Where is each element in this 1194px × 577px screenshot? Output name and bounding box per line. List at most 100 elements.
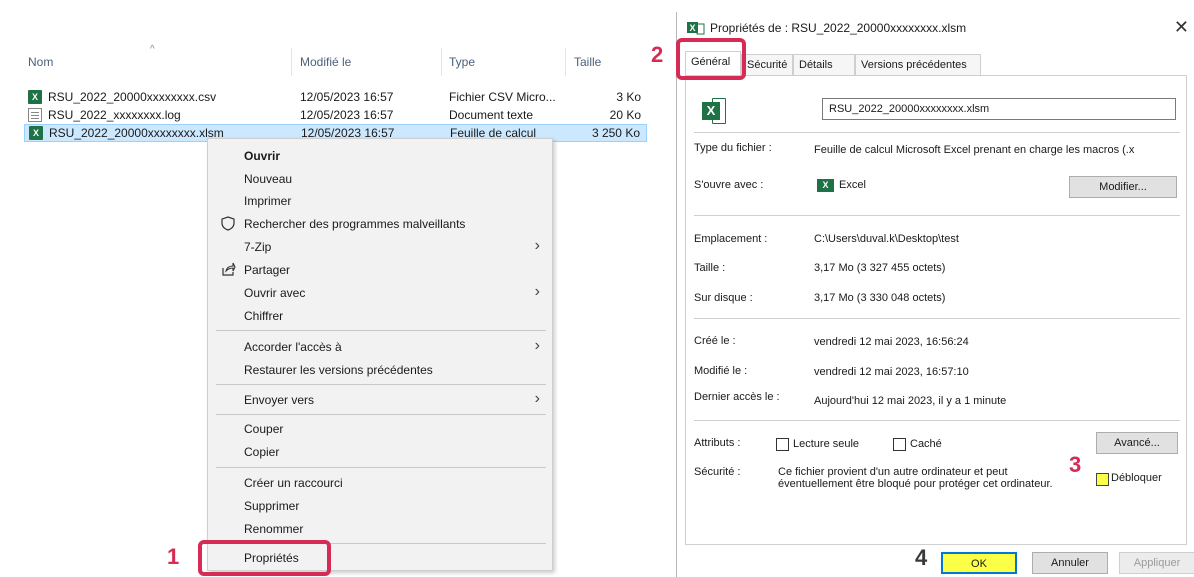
attributes-label: Attributs : [694, 437, 741, 449]
column-divider[interactable] [441, 48, 442, 76]
context-menu: Ouvrir Nouveau Imprimer Rechercher des p… [207, 138, 553, 571]
menu-label: Copier [244, 445, 280, 459]
menu-label: Renommer [244, 522, 304, 536]
shield-icon [220, 216, 236, 232]
menu-separator [216, 384, 546, 385]
close-icon[interactable]: ✕ [1174, 17, 1189, 38]
step-1-highlight [198, 540, 331, 576]
menu-label: Rechercher des programmes malveillants [244, 217, 466, 231]
excel-file-icon: X [702, 98, 726, 124]
menu-label: 7-Zip [244, 240, 272, 254]
ok-button[interactable]: OK [941, 552, 1017, 574]
column-type[interactable]: Type [449, 55, 475, 69]
menu-item-rename[interactable]: Renommer [208, 518, 552, 540]
change-app-button[interactable]: Modifier... [1069, 176, 1177, 198]
step-3-number: 3 [1069, 452, 1082, 477]
menu-item-create-shortcut[interactable]: Créer un raccourci [208, 472, 552, 494]
column-name[interactable]: Nom [28, 55, 53, 69]
menu-label: Restaurer les versions précédentes [244, 363, 433, 377]
divider [694, 318, 1180, 319]
menu-label: Partager [244, 263, 291, 277]
divider [694, 420, 1180, 421]
location-value: C:\Users\duval.k\Desktop\test [814, 233, 959, 245]
read-only-label: Lecture seule [793, 438, 860, 450]
read-only-checkbox[interactable] [776, 438, 789, 451]
file-type: Fichier CSV Micro... [449, 90, 556, 104]
menu-item-send-to[interactable]: Envoyer vers › [208, 389, 552, 411]
divider [694, 132, 1180, 133]
menu-item-copy[interactable]: Copier [208, 441, 552, 463]
menu-label: Accorder l'accès à [244, 340, 342, 354]
file-name-field[interactable]: RSU_2022_20000xxxxxxxx.xlsm [822, 98, 1176, 120]
file-name: RSU_2022_20000xxxxxxxx.xlsm [49, 126, 224, 140]
dialog-title: Propriétés de : RSU_2022_20000xxxxxxxx.x… [710, 21, 967, 35]
excel-app-icon: X [817, 179, 834, 192]
menu-item-scan[interactable]: Rechercher des programmes malveillants [208, 213, 552, 235]
unblock-label: Débloquer [1111, 472, 1162, 484]
menu-item-grant-access[interactable]: Accorder l'accès à › [208, 336, 552, 358]
file-row[interactable]: X RSU_2022_20000xxxxxxxx.csv 12/05/2023 … [24, 88, 647, 106]
menu-item-open-with[interactable]: Ouvrir avec › [208, 282, 552, 304]
column-divider[interactable] [565, 48, 566, 76]
menu-item-print[interactable]: Imprimer [208, 190, 552, 212]
apply-button[interactable]: Appliquer [1119, 552, 1194, 574]
chevron-right-icon: › [534, 283, 540, 300]
chevron-right-icon: › [534, 237, 540, 254]
menu-item-restore[interactable]: Restaurer les versions précédentes [208, 359, 552, 381]
file-size: 20 Ko [609, 108, 641, 122]
step-4-number: 4 [915, 545, 928, 570]
modified-value: vendredi 12 mai 2023, 16:57:10 [814, 366, 969, 378]
text-file-icon [28, 108, 42, 122]
tab-security[interactable]: Sécurité [741, 54, 793, 76]
menu-item-share[interactable]: Partager [208, 259, 552, 281]
step-2-number: 2 [651, 42, 664, 67]
hidden-checkbox[interactable] [893, 438, 906, 451]
file-size: 3 250 Ko [591, 126, 640, 140]
hidden-label: Caché [910, 438, 942, 450]
advanced-button[interactable]: Avancé... [1096, 432, 1178, 454]
unblock-checkbox[interactable] [1096, 473, 1109, 486]
file-modified: 12/05/2023 16:57 [300, 90, 394, 104]
tab-previous-versions[interactable]: Versions précédentes [855, 54, 981, 76]
file-type: Document texte [449, 108, 534, 122]
menu-item-7zip[interactable]: 7-Zip › [208, 236, 552, 258]
cancel-button[interactable]: Annuler [1032, 552, 1108, 574]
sort-up-icon[interactable]: ^ [150, 44, 155, 55]
tab-details[interactable]: Détails [793, 54, 855, 76]
menu-item-cut[interactable]: Couper [208, 418, 552, 440]
tab-label: Versions précédentes [861, 59, 967, 71]
menu-separator [216, 467, 546, 468]
column-divider[interactable] [291, 48, 292, 76]
divider [694, 215, 1180, 216]
security-message-line1: Ce fichier provient d'un autre ordinateu… [778, 466, 1008, 478]
file-size: 3 Ko [616, 90, 641, 104]
file-row[interactable]: RSU_2022_xxxxxxxx.log 12/05/2023 16:57 D… [24, 106, 647, 124]
menu-label: Ouvrir avec [244, 286, 306, 300]
menu-label: Chiffrer [244, 309, 284, 323]
opens-with-value: Excel [839, 179, 866, 191]
modified-label: Modifié le : [694, 365, 748, 377]
chevron-right-icon: › [534, 337, 540, 354]
menu-item-new[interactable]: Nouveau [208, 168, 552, 190]
file-modified: 12/05/2023 16:57 [300, 108, 394, 122]
size-value: 3,17 Mo (3 327 455 octets) [814, 262, 946, 274]
excel-macro-icon: X [29, 126, 43, 140]
dialog-title-bar[interactable]: X Propriétés de : RSU_2022_20000xxxxxxxx… [677, 12, 1194, 42]
menu-item-open[interactable]: Ouvrir [208, 145, 552, 167]
security-message-line2: éventuellement être bloqué pour protéger… [778, 478, 1053, 490]
created-value: vendredi 12 mai 2023, 16:56:24 [814, 336, 969, 348]
menu-label: Ouvrir [244, 149, 281, 163]
column-size[interactable]: Taille [574, 55, 601, 69]
size-on-disk-label: Sur disque : [694, 292, 753, 304]
created-label: Créé le : [694, 335, 736, 347]
column-modified[interactable]: Modifié le [300, 55, 351, 69]
menu-item-encrypt[interactable]: Chiffrer [208, 305, 552, 327]
step-1-number: 1 [167, 544, 180, 569]
tab-label: Détails [799, 59, 833, 71]
svg-text:X: X [690, 23, 696, 33]
file-type-label: Type du fichier : [694, 142, 772, 154]
file-name: RSU_2022_20000xxxxxxxx.csv [48, 90, 217, 104]
menu-item-delete[interactable]: Supprimer [208, 495, 552, 517]
step-2-highlight [676, 38, 746, 80]
menu-label: Nouveau [244, 172, 293, 186]
